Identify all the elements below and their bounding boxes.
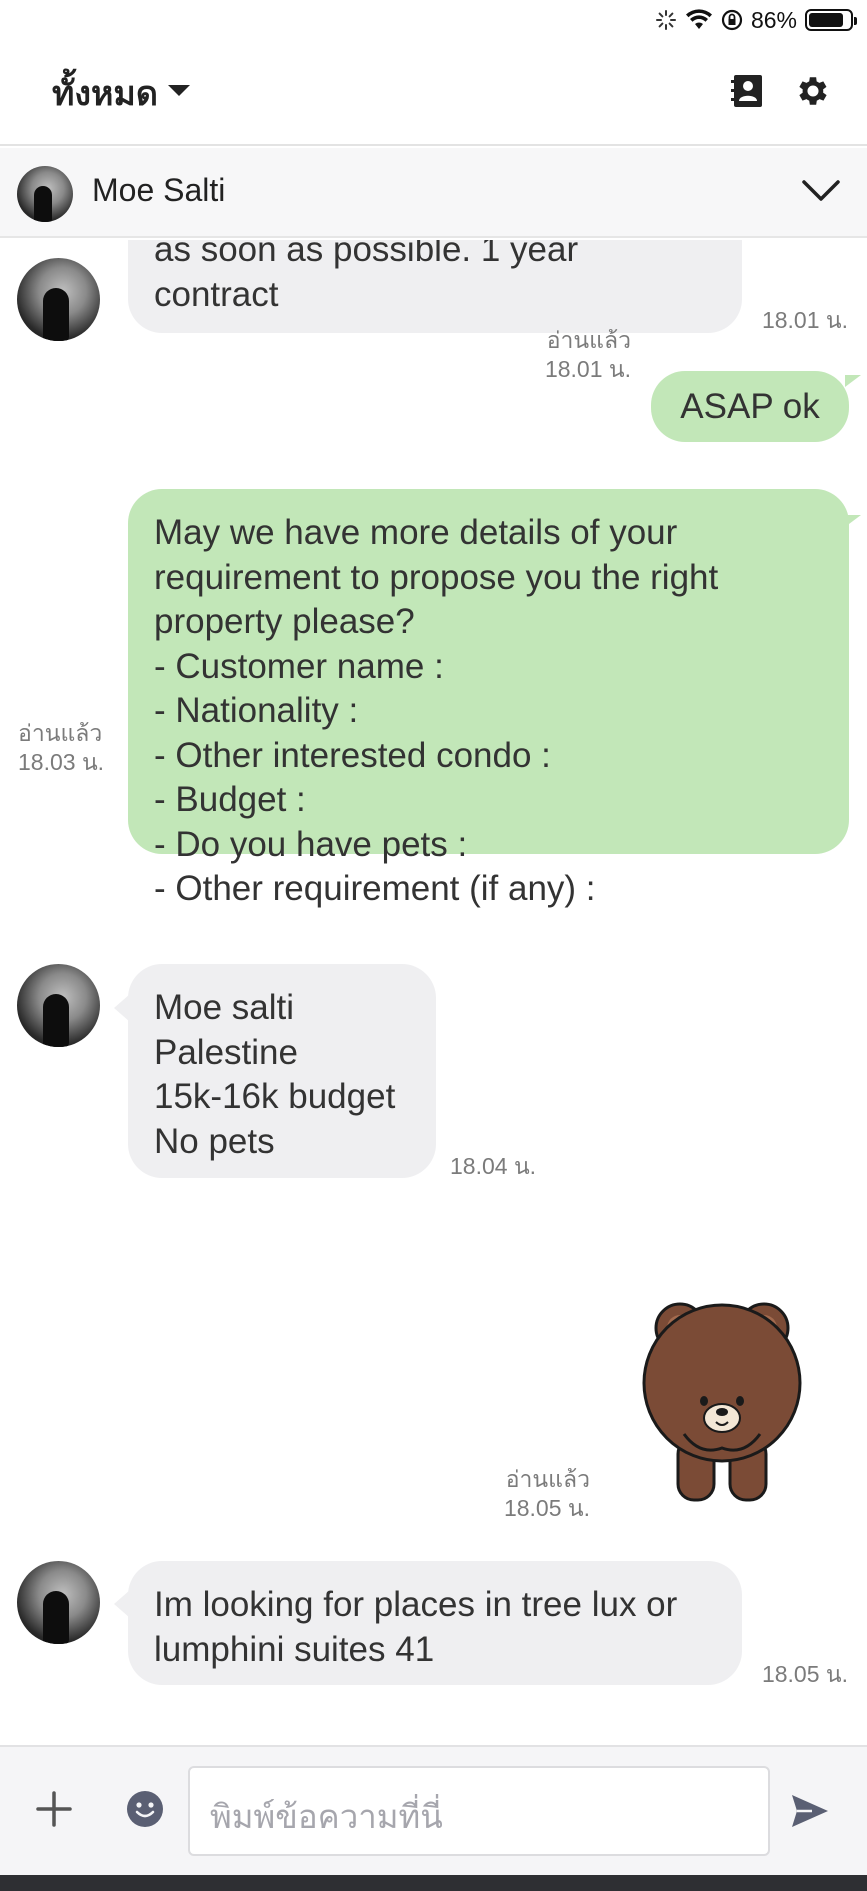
battery-level xyxy=(809,13,844,27)
status-indicators: 86% xyxy=(655,6,857,34)
message-time: 18.05 น. xyxy=(761,1661,848,1687)
avatar-silhouette xyxy=(43,994,69,1047)
status-bar: 86% xyxy=(0,0,867,40)
message-line: contract xyxy=(154,274,279,314)
bear-eye xyxy=(700,1396,708,1406)
message-line: Im looking for places in tree lux or xyxy=(154,1585,678,1624)
read-receipt: อ่านแล้ว xyxy=(505,1466,590,1492)
loading-icon xyxy=(655,10,676,30)
message-time: 18.01 น. xyxy=(544,356,631,382)
brown-bear-sticker[interactable] xyxy=(640,1288,820,1508)
message-line: No pets xyxy=(154,1121,275,1161)
battery-icon xyxy=(805,9,857,31)
message-bubble-incoming[interactable]: as soon as possible. 1 year contract xyxy=(128,240,742,333)
avatar[interactable] xyxy=(17,1561,100,1644)
message-bubble-outgoing[interactable]: ASAP ok xyxy=(651,371,849,442)
message-time: 18.05 น. xyxy=(503,1495,590,1521)
message-line: 15k-16k budget xyxy=(154,1077,396,1116)
chevron-down-icon[interactable] xyxy=(801,178,841,204)
message-bubble-incoming[interactable]: Im looking for places in tree lux or lum… xyxy=(128,1561,742,1685)
bear-eye xyxy=(736,1396,744,1406)
battery-percent: 86% xyxy=(750,6,797,33)
message-line: - Other interested condo : xyxy=(154,735,551,775)
message-line: - Budget : xyxy=(154,780,306,819)
message-line: May we have more details of your xyxy=(154,513,678,552)
message-line: Moe salti xyxy=(154,988,295,1027)
message-time: 18.04 น. xyxy=(450,1153,537,1179)
message-line: Palestine xyxy=(154,1032,298,1072)
wifi-icon xyxy=(685,9,712,29)
message-line: as soon as possible. 1 year xyxy=(154,240,579,269)
message-line: property please? xyxy=(154,602,415,641)
chat-area[interactable]: as soon as possible. 1 year contract 18.… xyxy=(0,240,867,1745)
message-line: requirement to propose you the right xyxy=(154,557,719,597)
system-nav-strip xyxy=(0,1875,867,1891)
send-icon[interactable] xyxy=(788,1789,832,1833)
bubble-tail xyxy=(845,515,861,527)
message-meta: อ่านแล้ว 18.03 น. xyxy=(18,719,104,777)
avatar[interactable] xyxy=(17,258,100,341)
avatar-silhouette xyxy=(34,186,52,222)
chat-filter-dropdown[interactable]: ทั้งหมด xyxy=(52,66,190,120)
contact-bar[interactable]: Moe Salti xyxy=(0,148,867,238)
settings-button[interactable] xyxy=(792,70,834,112)
bear-nose xyxy=(716,1408,728,1416)
plus-icon[interactable] xyxy=(34,1789,74,1829)
message-meta: อ่านแล้ว 18.05 น. xyxy=(504,1465,590,1523)
message-bubble-incoming[interactable]: Moe salti Palestine 15k-16k budget No pe… xyxy=(128,964,436,1178)
message-bubble-outgoing[interactable]: May we have more details of your require… xyxy=(128,489,849,908)
message-meta: อ่านแล้ว 18.01 น. xyxy=(545,326,631,384)
caret-down-icon xyxy=(167,84,190,96)
message-time: 18.01 น. xyxy=(761,307,848,333)
message-time: 18.03 น. xyxy=(18,749,105,775)
read-receipt: อ่านแล้ว xyxy=(18,720,103,746)
message-line: lumphini suites 41 xyxy=(154,1629,435,1669)
emoji-icon[interactable] xyxy=(125,1789,165,1829)
page-title: ทั้งหมด xyxy=(52,74,158,114)
contacts-icon xyxy=(731,75,762,107)
message-input[interactable]: พิมพ์ข้อความที่นี่ xyxy=(188,1766,770,1856)
contacts-button[interactable] xyxy=(727,70,769,112)
message-line: - Nationality : xyxy=(154,691,359,730)
contact-name: Moe Salti xyxy=(92,172,226,208)
message-line: - Do you have pets : xyxy=(154,824,468,864)
gear-icon xyxy=(799,77,827,105)
message-text: ASAP ok xyxy=(680,387,820,426)
bubble-tail xyxy=(845,375,861,387)
avatar-silhouette xyxy=(43,1591,69,1644)
avatar-silhouette xyxy=(43,288,69,341)
message-line: - Other requirement (if any) : xyxy=(154,869,596,908)
orientation-lock-icon xyxy=(721,9,743,31)
avatar[interactable] xyxy=(17,964,100,1047)
bear-head xyxy=(642,1303,802,1463)
read-receipt: อ่านแล้ว xyxy=(546,327,631,353)
header: ทั้งหมด xyxy=(0,40,867,146)
message-line: - Customer name : xyxy=(154,646,444,686)
message-input-bar: พิมพ์ข้อความที่นี่ xyxy=(0,1745,867,1875)
contact-avatar xyxy=(17,166,73,222)
